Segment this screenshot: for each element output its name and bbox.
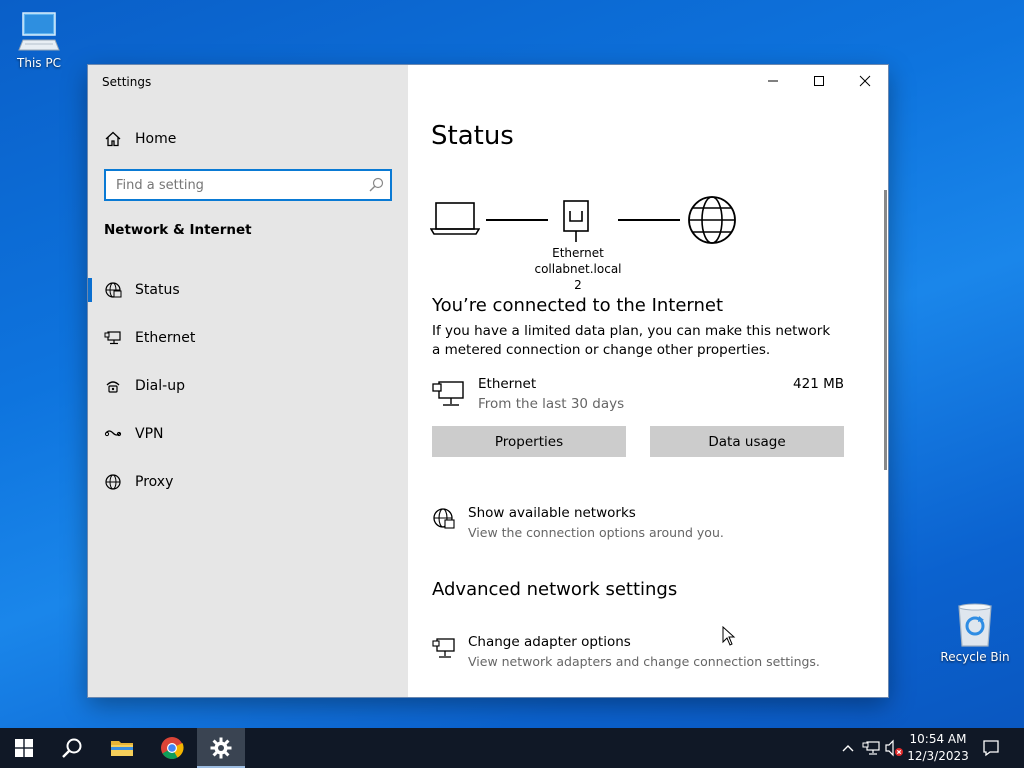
- networks-globe-icon: [433, 508, 455, 529]
- vpn-icon: [104, 430, 122, 437]
- network-tray-icon: [862, 741, 880, 755]
- recycle-bin-label: Recycle Bin: [940, 650, 1010, 664]
- diagram-line-right: [618, 219, 680, 221]
- search-input[interactable]: Find a setting: [104, 169, 392, 201]
- show-available-networks-link[interactable]: Show available networks View the connect…: [432, 505, 852, 545]
- diagram-line-left: [486, 219, 548, 221]
- sidebar: Settings Home Find a setting Network & I…: [88, 65, 408, 697]
- home-icon: [105, 131, 121, 147]
- start-button[interactable]: [0, 728, 48, 768]
- close-button[interactable]: [842, 65, 888, 97]
- adapter-name: Ethernet: [552, 246, 604, 260]
- sidebar-item-status[interactable]: Status: [88, 266, 408, 314]
- notification-icon: [983, 740, 999, 757]
- minimize-icon: [768, 80, 778, 82]
- search-icon: [62, 738, 82, 758]
- maximize-icon: [814, 76, 824, 86]
- this-pc-label: This PC: [17, 56, 61, 70]
- sidebar-nav: Status Ethernet Dial-up VPN Proxy: [88, 266, 408, 506]
- window-controls: [750, 65, 888, 97]
- volume-muted-icon: [885, 739, 903, 757]
- taskbar-search-button[interactable]: [48, 728, 96, 768]
- chrome-icon: [161, 737, 184, 759]
- tray-volume-button[interactable]: [884, 738, 904, 758]
- mouse-cursor-icon: [722, 626, 736, 646]
- close-icon: [859, 75, 871, 87]
- show-networks-title: Show available networks: [468, 505, 636, 521]
- sidebar-item-label: Proxy: [135, 474, 174, 490]
- laptop-icon: [430, 202, 480, 235]
- change-adapter-subtitle: View network adapters and change connect…: [468, 654, 820, 669]
- maximize-button[interactable]: [796, 65, 842, 97]
- windows-logo-icon: [15, 739, 33, 757]
- recycle-bin-icon: [958, 603, 992, 647]
- sidebar-item-dialup[interactable]: Dial-up: [88, 362, 408, 410]
- sidebar-item-vpn[interactable]: VPN: [88, 410, 408, 458]
- taskbar: 10:54 AM 12/3/2023: [0, 728, 1024, 768]
- internet-globe-icon: [688, 196, 736, 244]
- sidebar-item-proxy[interactable]: Proxy: [88, 458, 408, 506]
- ethernet-monitor-icon: [432, 381, 464, 406]
- this-pc-icon: [18, 12, 60, 51]
- window-title: Settings: [102, 75, 152, 89]
- desktop-icon-this-pc[interactable]: This PC: [1, 10, 77, 70]
- action-center-button[interactable]: [981, 738, 1001, 758]
- sidebar-item-label: VPN: [135, 426, 164, 442]
- section-title: Network & Internet: [104, 222, 252, 238]
- search-placeholder: Find a setting: [116, 177, 204, 193]
- proxy-globe-icon: [105, 474, 121, 490]
- ethernet-period: From the last 30 days: [478, 396, 625, 412]
- ethernet-usage-row: Ethernet From the last 30 days 421 MB: [432, 375, 844, 415]
- content-pane: Status Ethernet collabnet.local 2 You’re…: [408, 65, 888, 697]
- gear-icon: [210, 737, 232, 759]
- desktop-icon-recycle-bin[interactable]: Recycle Bin: [937, 602, 1013, 664]
- page-title: Status: [431, 121, 514, 151]
- home-label: Home: [135, 131, 177, 147]
- ethernet-name: Ethernet: [478, 376, 537, 392]
- connection-status-title: You’re connected to the Internet: [432, 295, 724, 316]
- folder-icon: [111, 741, 133, 756]
- clock-date: 12/3/2023: [907, 749, 969, 763]
- data-usage-button[interactable]: Data usage: [650, 426, 844, 457]
- advanced-settings-heading: Advanced network settings: [432, 579, 678, 600]
- tray-overflow-button[interactable]: [838, 738, 858, 758]
- sidebar-item-label: Status: [135, 282, 180, 298]
- network-name: collabnet.local 2: [534, 262, 622, 292]
- status-globe-icon: [105, 282, 122, 298]
- ethernet-data-usage: 421 MB: [793, 376, 844, 392]
- sidebar-item-label: Ethernet: [135, 330, 196, 346]
- properties-button[interactable]: Properties: [432, 426, 626, 457]
- sidebar-item-label: Dial-up: [135, 378, 185, 394]
- settings-window: Settings Home Find a setting Network & I…: [88, 65, 888, 697]
- taskbar-settings[interactable]: [197, 728, 245, 768]
- router-icon: [563, 200, 589, 242]
- dialup-icon: [106, 381, 120, 393]
- taskbar-clock[interactable]: 10:54 AM 12/3/2023: [902, 731, 974, 765]
- tray-network-button[interactable]: [861, 738, 881, 758]
- sidebar-item-ethernet[interactable]: Ethernet: [88, 314, 408, 362]
- diagram-label: Ethernet collabnet.local 2: [531, 245, 625, 293]
- show-networks-subtitle: View the connection options around you.: [468, 525, 724, 540]
- chevron-up-icon: [842, 745, 854, 752]
- taskbar-chrome[interactable]: [148, 728, 196, 768]
- adapter-icon: [432, 638, 455, 658]
- ethernet-icon: [104, 331, 121, 345]
- search-icon: [369, 177, 384, 192]
- connection-status-description: If you have a limited data plan, you can…: [432, 323, 831, 358]
- taskbar-file-explorer[interactable]: [98, 728, 146, 768]
- change-adapter-options-link[interactable]: Change adapter options View network adap…: [432, 634, 852, 674]
- minimize-button[interactable]: [750, 65, 796, 97]
- clock-time: 10:54 AM: [909, 732, 967, 746]
- change-adapter-title: Change adapter options: [468, 634, 631, 650]
- sidebar-item-home[interactable]: Home: [104, 128, 176, 150]
- content-scrollbar[interactable]: [884, 190, 887, 470]
